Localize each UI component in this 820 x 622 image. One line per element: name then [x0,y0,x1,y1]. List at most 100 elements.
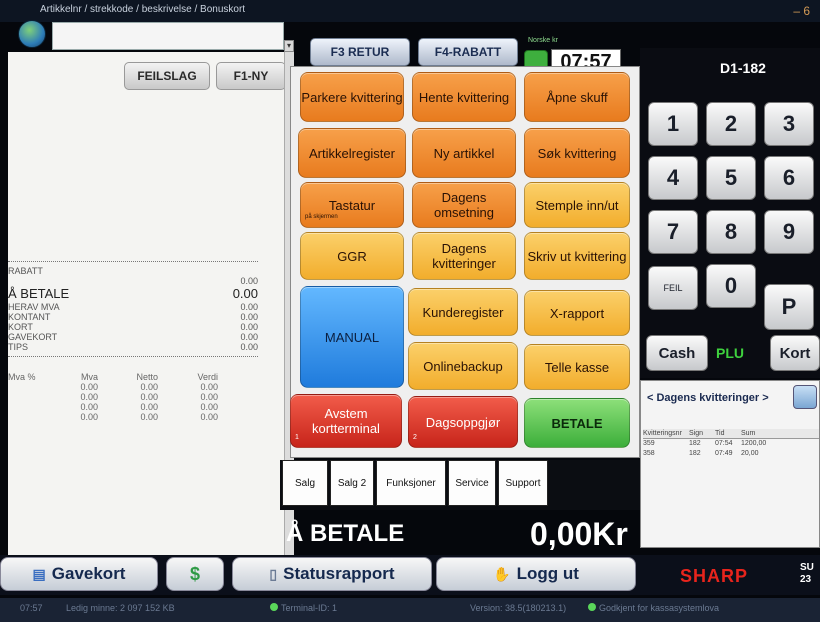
key-3[interactable]: 3 [764,102,814,146]
divider [8,261,258,262]
key-p[interactable]: P [764,284,814,330]
key-8[interactable]: 8 [706,210,756,254]
table-row[interactable]: 359 182 07:54 1200,00 [643,439,819,449]
status-dot-icon [588,603,596,611]
total-row: KONTANT 0.00 [8,312,258,322]
mva-row: 0.00 0.00 0.00 [80,412,218,422]
key-7[interactable]: 7 [648,210,698,254]
dagsoppgjor-number: 2 [413,434,417,441]
avstem-number: 1 [295,434,299,441]
globe-icon[interactable] [18,20,46,48]
key-0[interactable]: 0 [706,264,756,308]
key-2[interactable]: 2 [706,102,756,146]
tab-funksjoner[interactable]: Funksjoner [376,460,446,506]
artikkelregister-button[interactable]: Artikkelregister [298,128,406,178]
statusrapport-label: Statusrapport [283,564,395,583]
logg-ut-button[interactable]: ✋ Logg ut [436,557,636,591]
top-strip: Artikkelnr / strekkode / beskrivelse / B… [0,0,820,22]
ggr-button[interactable]: GGR [300,232,404,280]
status-terminal: Terminal-ID: 1 [270,603,337,613]
currency-label: Norske kr [528,37,558,44]
skriv-ut-button[interactable]: Skriv ut kvittering [524,232,630,280]
key-6[interactable]: 6 [764,156,814,200]
total-row: KORT 0.00 [8,322,258,332]
total-row: 0.00 [240,276,258,286]
pos-screen: Artikkelnr / strekkode / beskrivelse / B… [0,0,820,622]
avstem-button[interactable]: Avstem kortterminal 1 [290,394,402,448]
total-label: Å BETALE [286,520,405,547]
dagsoppgjor-label: Dagsoppgjør [425,414,501,430]
mva-row: 0.00 0.00 0.00 [80,382,218,392]
total-amount: 0,00Kr [530,516,628,552]
gavekort-button[interactable]: ▤ Gavekort [0,557,158,591]
divider [8,356,258,357]
logg-ut-label: Logg ut [516,564,579,583]
minimize-button[interactable]: – 6 [793,4,810,18]
kunderegister-button[interactable]: Kunderegister [408,288,518,336]
mva-table: Mva % Mva Netto Verdi 0.00 0.00 0.00 0.00 0.00… [8,372,258,422]
table-row[interactable]: 358 182 07:49 20,00 [643,449,819,459]
total-row: RABATT [8,266,43,276]
feilslag-button[interactable]: FEILSLAG [124,62,210,90]
search-icon[interactable] [793,385,817,409]
money-icon: $ [189,563,200,584]
tab-support[interactable]: Support [498,460,548,506]
parkere-button[interactable]: Parkere kvittering [300,72,404,122]
dagens-kvitteringer-button[interactable]: Dagens kvitteringer [412,232,516,280]
avstem-label: Avstem kortterminal [312,406,380,436]
status-approved: Godkjent for kassasystemlova [588,603,719,613]
apne-skuff-button[interactable]: Åpne skuff [524,72,630,122]
receipts-panel: < Dagens kvitteringer > Kvitteringsnr Sig… [640,380,820,548]
key-9[interactable]: 9 [764,210,814,254]
key-4[interactable]: 4 [648,156,698,200]
status-time: 07:57 [20,603,43,613]
tastatur-button[interactable]: Tastatur på skjermen [300,182,404,228]
key-1[interactable]: 1 [648,102,698,146]
status-version: Version: 38.5(180213.1) [470,603,567,613]
ny-artikkel-button[interactable]: Ny artikkel [412,128,516,178]
telle-kasse-button[interactable]: Telle kasse [524,344,630,390]
betale-button[interactable]: BETALE [524,398,630,448]
onlinebackup-button[interactable]: Onlinebackup [408,342,518,390]
tab-salg-2[interactable]: Salg 2 [330,460,374,506]
tab-bar: Salg Salg 2 Funksjoner Service Support [280,460,640,510]
total-row-betale: Å BETALE 0.00 [8,286,258,301]
key-5[interactable]: 5 [706,156,756,200]
x-rapport-button[interactable]: X-rapport [524,290,630,336]
status-bar: 07:57 Ledig minne: 2 097 152 KB Terminal… [0,598,820,622]
dropdown-arrow-icon[interactable]: ▾ [284,40,294,52]
tab-service[interactable]: Service [448,460,496,506]
receipt-panel: FEILSLAG F1-NY RABATT 0.00 Å BETALE 0.00 … [8,52,286,557]
totals-block: RABATT 0.00 Å BETALE 0.00 HERAV MVA 0.00 K… [8,257,258,361]
kort-button[interactable]: Kort [770,335,820,371]
mva-row: 0.00 0.00 0.00 [80,392,218,402]
cash-button[interactable]: Cash [646,335,708,371]
receipts-table: Kvitteringsnr Sign Tid Sum 359 182 07:54 1200,… [643,429,819,459]
stemple-button[interactable]: Stemple inn/ut [524,182,630,228]
total-row: TIPS 0.00 [8,342,258,352]
document-icon: ▯ [269,565,278,582]
table-header: Kvitteringsnr Sign Tid Sum [643,429,819,439]
sok-kvittering-button[interactable]: Søk kvittering [524,128,630,178]
statusrapport-button[interactable]: ▯ Statusrapport [232,557,432,591]
plu-button[interactable]: PLU [716,345,744,361]
hand-icon: ✋ [493,565,511,582]
f4-rabatt-button[interactable]: F4-RABATT [418,38,518,66]
status-memory: Ledig minne: 2 097 152 KB [66,603,175,613]
terminal-label: D1-182 [720,60,766,76]
status-dot-icon [270,603,278,611]
manual-button[interactable]: MANUAL [300,286,404,388]
hente-button[interactable]: Hente kvittering [412,72,516,122]
money-button[interactable]: $ [166,557,224,591]
tastatur-sub: på skjermen [305,214,338,220]
dagsoppgjor-button[interactable]: Dagsoppgjør 2 [408,396,518,448]
feil-key[interactable]: FEIL [648,266,698,310]
sharp-logo: SHARP [680,566,749,586]
dagens-omsetning-button[interactable]: Dagens omsetning [412,182,516,228]
tab-salg[interactable]: Salg [282,460,328,506]
gavekort-label: Gavekort [51,564,126,583]
total-row: HERAV MVA 0.00 [8,302,258,312]
search-input[interactable] [52,22,284,50]
f3-retur-button[interactable]: F3 RETUR [310,38,410,66]
f1-ny-button[interactable]: F1-NY [216,62,286,90]
